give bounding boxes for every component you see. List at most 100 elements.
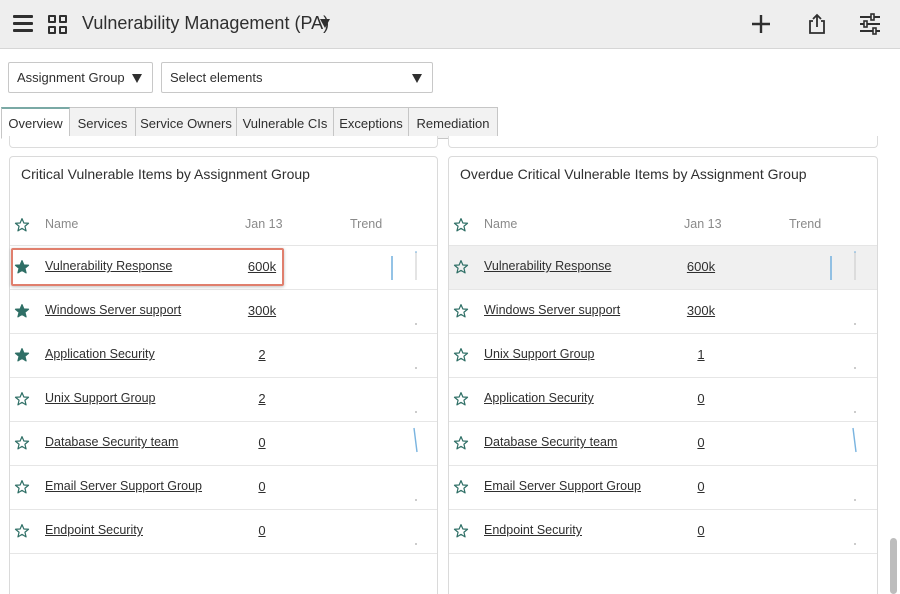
group-name-link[interactable]: Endpoint Security (45, 523, 143, 537)
table-row: Unix Support Group 1 (449, 334, 877, 378)
column-header-trend: Trend (789, 217, 822, 231)
trend-sparkline (854, 543, 856, 545)
column-header-date[interactable]: Jan 13 (684, 217, 722, 231)
star-outline-icon[interactable] (453, 217, 469, 233)
star-outline-icon[interactable] (453, 523, 469, 539)
dropdown-caret-icon (412, 74, 422, 83)
trend-sparkline (854, 367, 856, 369)
group-name-link[interactable]: Unix Support Group (484, 347, 594, 361)
tab-exceptions[interactable]: Exceptions (334, 107, 409, 139)
group-name-link[interactable]: Database Security team (484, 435, 617, 449)
table-row: Application Security 2 (10, 334, 437, 378)
group-name-link[interactable]: Windows Server support (45, 303, 181, 317)
star-outline-icon[interactable] (453, 259, 469, 275)
group-name-link[interactable]: Endpoint Security (484, 523, 582, 537)
group-name-link[interactable]: Windows Server support (484, 303, 620, 317)
trend-sparkline (415, 543, 417, 545)
count-link[interactable]: 0 (237, 435, 287, 450)
count-link[interactable]: 2 (237, 347, 287, 362)
count-link[interactable]: 0 (676, 391, 726, 406)
star-outline-icon[interactable] (14, 435, 30, 451)
count-link[interactable]: 0 (676, 523, 726, 538)
star-filled-icon[interactable] (14, 347, 30, 363)
group-name-link[interactable]: Database Security team (45, 435, 178, 449)
table-row: Endpoint Security 0 (449, 510, 877, 554)
star-outline-icon[interactable] (453, 479, 469, 495)
star-outline-icon[interactable] (14, 523, 30, 539)
critical-items-card: Critical Vulnerable Items by Assignment … (9, 156, 438, 594)
trend-sparkline (415, 499, 417, 501)
table-row: Database Security team 0 (449, 422, 877, 466)
trend-sparkline (830, 251, 856, 280)
assignment-group-value: Assignment Group (17, 70, 125, 85)
star-outline-icon[interactable] (14, 391, 30, 407)
star-outline-icon[interactable] (453, 391, 469, 407)
count-link[interactable]: 0 (676, 479, 726, 494)
table-row: Vulnerability Response 600k (449, 246, 877, 290)
table-row: Unix Support Group 2 (10, 378, 437, 422)
star-filled-icon[interactable] (14, 259, 30, 275)
count-link[interactable]: 600k (676, 259, 726, 274)
count-link[interactable]: 600k (237, 259, 287, 274)
star-outline-icon[interactable] (14, 479, 30, 495)
star-outline-icon[interactable] (453, 303, 469, 319)
trend-sparkline (854, 323, 856, 325)
app-header: Vulnerability Management (PA) (0, 0, 900, 49)
elements-select[interactable]: Select elements (161, 62, 433, 93)
trend-sparkline (415, 367, 417, 369)
tab-services[interactable]: Services (70, 107, 136, 139)
group-name-link[interactable]: Application Security (484, 391, 594, 405)
group-name-link[interactable]: Vulnerability Response (45, 259, 172, 273)
trend-sparkline (415, 323, 417, 325)
group-name-link[interactable]: Email Server Support Group (484, 479, 641, 493)
table-row: Email Server Support Group 0 (449, 466, 877, 510)
star-filled-icon[interactable] (14, 303, 30, 319)
star-outline-icon[interactable] (453, 347, 469, 363)
trend-sparkline (413, 427, 418, 453)
group-name-link[interactable]: Email Server Support Group (45, 479, 202, 493)
table-row: Database Security team 0 (10, 422, 437, 466)
overdue-items-card: Overdue Critical Vulnerable Items by Ass… (448, 156, 878, 594)
trend-sparkline (854, 499, 856, 501)
dropdown-caret-icon (132, 74, 142, 83)
tab-remediation[interactable]: Remediation (409, 107, 498, 139)
star-outline-icon[interactable] (453, 435, 469, 451)
menu-icon[interactable] (13, 15, 33, 32)
trend-sparkline (854, 411, 856, 413)
tab-service-owners[interactable]: Service Owners (136, 107, 237, 139)
count-link[interactable]: 300k (676, 303, 726, 318)
table-row: Windows Server support 300k (10, 290, 437, 334)
dashboards-icon[interactable] (48, 15, 67, 34)
chevron-down-icon[interactable] (320, 19, 330, 28)
column-header-name[interactable]: Name (45, 217, 78, 231)
table-row: Endpoint Security 0 (10, 510, 437, 554)
trend-sparkline (391, 251, 417, 280)
table-row: Windows Server support 300k (449, 290, 877, 334)
count-link[interactable]: 2 (237, 391, 287, 406)
column-header-date[interactable]: Jan 13 (245, 217, 283, 231)
count-link[interactable]: 0 (237, 523, 287, 538)
tab-vulnerable-cis[interactable]: Vulnerable CIs (237, 107, 334, 139)
page-title: Vulnerability Management (PA) (82, 13, 330, 33)
column-header-name[interactable]: Name (484, 217, 517, 231)
sliders-icon[interactable] (858, 12, 882, 36)
count-link[interactable]: 300k (237, 303, 287, 318)
count-link[interactable]: 0 (676, 435, 726, 450)
assignment-group-select[interactable]: Assignment Group (8, 62, 153, 93)
star-outline-icon[interactable] (14, 217, 30, 233)
share-icon[interactable] (805, 12, 829, 36)
plus-icon[interactable] (749, 12, 773, 36)
tab-overview[interactable]: Overview (1, 107, 70, 139)
count-link[interactable]: 0 (237, 479, 287, 494)
card-remnant (9, 136, 438, 148)
table-row: Vulnerability Response 600k (10, 246, 437, 290)
group-name-link[interactable]: Application Security (45, 347, 155, 361)
group-name-link[interactable]: Vulnerability Response (484, 259, 611, 273)
card-title: Critical Vulnerable Items by Assignment … (21, 166, 310, 182)
scrollbar[interactable] (890, 538, 897, 594)
group-name-link[interactable]: Unix Support Group (45, 391, 155, 405)
card-title: Overdue Critical Vulnerable Items by Ass… (460, 166, 807, 182)
count-link[interactable]: 1 (676, 347, 726, 362)
trend-sparkline (852, 427, 857, 453)
card-remnant (448, 136, 878, 148)
